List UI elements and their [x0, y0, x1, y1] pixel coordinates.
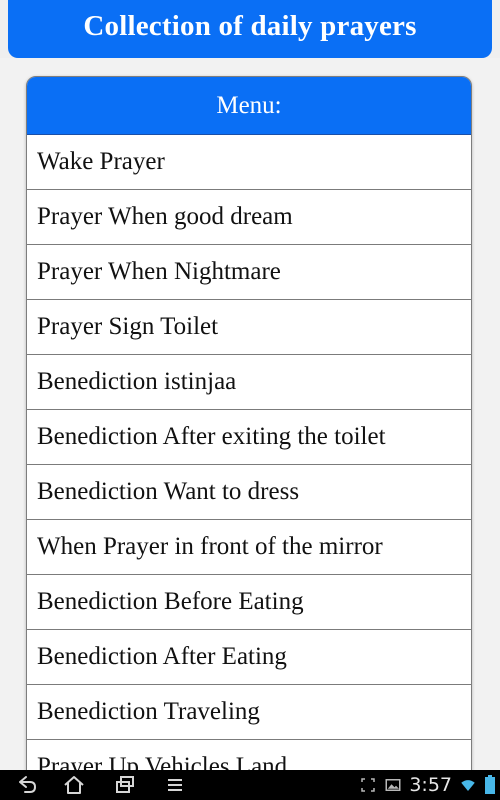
menu-item-istinjaa[interactable]: Benediction istinjaa	[27, 355, 471, 410]
clock-time: 3:57	[409, 774, 452, 796]
wifi-icon	[461, 780, 475, 791]
menu-item-want-to-dress[interactable]: Benediction Want to dress	[27, 465, 471, 520]
app-window: Collection of daily prayers Menu: Wake P…	[0, 0, 500, 800]
menu-item-before-eating[interactable]: Benediction Before Eating	[27, 575, 471, 630]
menu-header: Menu:	[27, 77, 471, 135]
gallery-icon	[385, 779, 401, 791]
menu-item-after-eating[interactable]: Benediction After Eating	[27, 630, 471, 685]
home-icon[interactable]	[62, 773, 86, 797]
menu-item-mirror-prayer[interactable]: When Prayer in front of the mirror	[27, 520, 471, 575]
back-icon[interactable]	[15, 773, 39, 797]
menu-item-wake-prayer[interactable]: Wake Prayer	[27, 135, 471, 190]
menu-item-nightmare[interactable]: Prayer When Nightmare	[27, 245, 471, 300]
menu-item-traveling[interactable]: Benediction Traveling	[27, 685, 471, 740]
menu-item-sign-toilet[interactable]: Prayer Sign Toilet	[27, 300, 471, 355]
content-area[interactable]: Menu: Wake Prayer Prayer When good dream…	[0, 58, 500, 770]
app-title-bar: Collection of daily prayers	[8, 0, 492, 58]
menu-item-vehicles-land[interactable]: Prayer Up Vehicles Land	[27, 740, 471, 770]
screenshot-icon	[361, 778, 376, 792]
menu-icon[interactable]	[163, 773, 187, 797]
app-title: Collection of daily prayers	[83, 10, 417, 42]
prayer-menu: Menu: Wake Prayer Prayer When good dream…	[26, 76, 472, 770]
recent-apps-icon[interactable]	[113, 773, 137, 797]
menu-item-after-toilet[interactable]: Benediction After exiting the toilet	[27, 410, 471, 465]
menu-item-good-dream[interactable]: Prayer When good dream	[27, 190, 471, 245]
battery-icon	[485, 775, 495, 794]
system-navigation-bar: 3:57	[0, 770, 500, 800]
status-area: 3:57	[359, 770, 496, 800]
